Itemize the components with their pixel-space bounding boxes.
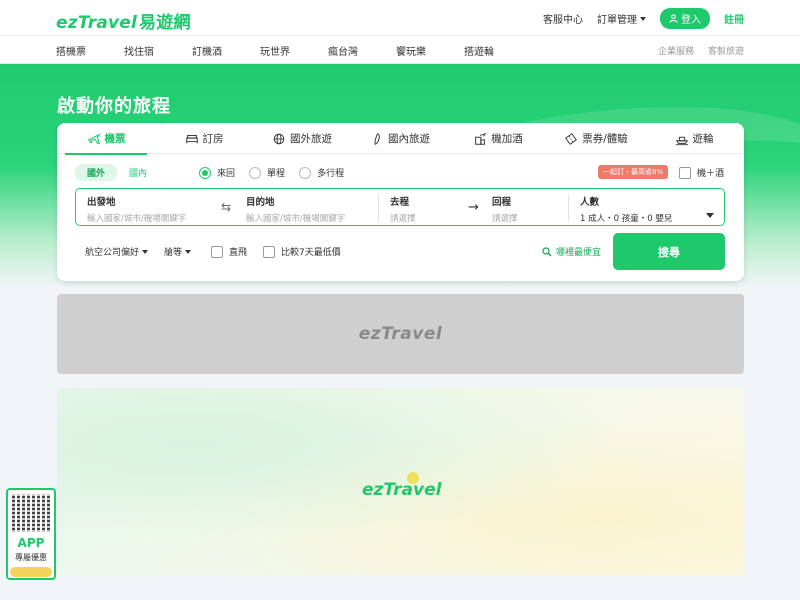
tab-tickets[interactable]: 票券/體驗 (547, 123, 645, 154)
divider (568, 195, 569, 221)
promo-banner-placeholder[interactable]: ezTravel (57, 294, 744, 374)
checkbox-icon (211, 245, 224, 258)
register-link[interactable]: 註冊 (724, 11, 744, 26)
customer-service-link[interactable]: 客服中心 (543, 11, 583, 26)
chevron-down-icon (640, 16, 646, 21)
radio-selected-icon (199, 166, 212, 179)
site-logo[interactable]: ezTravel 易遊網 (56, 8, 191, 33)
chevron-down-icon (142, 249, 149, 254)
promo-banner-large[interactable]: ezTravel (57, 388, 744, 575)
chevron-down-icon (706, 213, 714, 218)
search-button[interactable]: 搜尋 (613, 233, 725, 270)
tab-cruise[interactable]: 遊輪 (645, 123, 743, 154)
ship-icon (675, 136, 688, 145)
order-management-menu[interactable]: 訂單管理 (597, 11, 646, 26)
app-badge-subtitle: 專屬優惠 (15, 553, 47, 562)
radio-one-way[interactable]: 單程 (249, 166, 285, 179)
radio-empty-icon (299, 166, 312, 179)
banner-logo: ezTravel (358, 324, 443, 344)
banner-logo: ezTravel (362, 480, 442, 500)
checkbox-icon (263, 245, 276, 258)
plane-icon (87, 132, 101, 144)
search-filters: 航空公司偏好 艙等 直飛 比較7天最低價 (85, 245, 357, 258)
nav-flights[interactable]: 搭機票 (56, 43, 86, 58)
scope-toggle: 國外 國內 (75, 164, 159, 181)
origin-field[interactable]: 出發地 輸入國家/城市/機場關鍵字 (87, 194, 186, 224)
logo-chinese-name: 易遊網 (139, 13, 191, 33)
destination-field[interactable]: 目的地 輸入國家/城市/機場關鍵字 (246, 194, 345, 224)
hotel-plane-icon (475, 132, 487, 145)
header-actions: 客服中心 訂單管理 登入 註冊 (529, 8, 744, 29)
radio-multi-city[interactable]: 多行程 (299, 166, 344, 179)
search-fields: 出發地 輸入國家/城市/機場關鍵字 ⇆ 目的地 輸入國家/城市/機場關鍵字 去程… (75, 188, 725, 226)
nav-world-tours[interactable]: 玩世界 (260, 43, 290, 58)
nav-flight-hotel[interactable]: 訂機酒 (192, 43, 222, 58)
direct-flight-checkbox[interactable]: 直飛 (211, 245, 247, 258)
airline-preference-dropdown[interactable]: 航空公司偏好 (85, 245, 149, 258)
nav-taiwan[interactable]: 瘋台灣 (328, 43, 358, 58)
arrow-right-icon: → (468, 200, 479, 215)
product-tabs: 機票 訂房 國外旅遊 國內旅遊 機加酒 票券/體驗 遊輪 (57, 123, 744, 155)
app-download-badge[interactable]: APP 專屬優惠 (6, 488, 56, 580)
taiwan-icon (374, 132, 380, 145)
nav-cruise[interactable]: 搭遊輪 (464, 43, 494, 58)
scope-overseas[interactable]: 國外 (75, 164, 118, 181)
tab-hotels[interactable]: 訂房 (155, 123, 253, 154)
nav-custom-travel[interactable]: 客製旅遊 (708, 44, 744, 57)
coin-decoration (10, 567, 52, 577)
return-date-field[interactable]: 回程 請選擇 (492, 194, 518, 224)
cabin-class-dropdown[interactable]: 艙等 (164, 245, 192, 258)
tab-overseas-tours[interactable]: 國外旅遊 (253, 123, 351, 154)
bed-icon (185, 134, 198, 143)
login-button[interactable]: 登入 (660, 8, 710, 29)
flight-hotel-checkbox[interactable]: 機＋酒 (679, 166, 724, 179)
tab-flights[interactable]: 機票 (57, 123, 155, 155)
swap-icon[interactable]: ⇆ (221, 200, 231, 214)
qr-code-overlay (12, 494, 50, 532)
cheapest-destination-link[interactable]: 哪裡最便宜 (542, 245, 601, 258)
divider (378, 195, 379, 221)
app-badge-title: APP (17, 536, 45, 550)
search-icon (542, 246, 552, 256)
scope-domestic[interactable]: 國內 (117, 164, 159, 181)
nav-corporate[interactable]: 企業服務 (658, 44, 694, 57)
user-icon (669, 14, 678, 23)
top-header: ezTravel 易遊網 客服中心 訂單管理 登入 註冊 (0, 0, 800, 36)
passenger-field[interactable]: 人數 1 成人・0 孩童・0 嬰兒 (580, 194, 672, 224)
compare-7-days-checkbox[interactable]: 比較7天最低價 (263, 245, 341, 258)
chevron-down-icon (185, 249, 192, 254)
globe-icon (273, 133, 285, 144)
hero-title: 啟動你的旅程 (57, 96, 171, 117)
nav-hotels[interactable]: 找住宿 (124, 43, 154, 58)
nav-activities[interactable]: 饗玩樂 (396, 43, 426, 58)
promo-badge: 一起訂・最高省8% (598, 165, 669, 179)
tab-flight-hotel[interactable]: 機加酒 (449, 123, 547, 154)
trip-options: 國外 國內 來回 單程 多行程 (75, 164, 344, 181)
radio-round-trip[interactable]: 來回 (199, 166, 235, 179)
ticket-icon (565, 132, 578, 145)
checkbox-icon (679, 166, 691, 179)
radio-empty-icon (249, 166, 262, 179)
main-nav: 搭機票 找住宿 訂機酒 玩世界 瘋台灣 饗玩樂 搭遊輪 企業服務 客製旅遊 (0, 36, 800, 64)
tab-domestic-tours[interactable]: 國內旅遊 (351, 123, 449, 154)
depart-date-field[interactable]: 去程 請選擇 (390, 194, 416, 224)
search-card: 機票 訂房 國外旅遊 國內旅遊 機加酒 票券/體驗 遊輪 國外 國內 來回 單程… (57, 123, 744, 281)
